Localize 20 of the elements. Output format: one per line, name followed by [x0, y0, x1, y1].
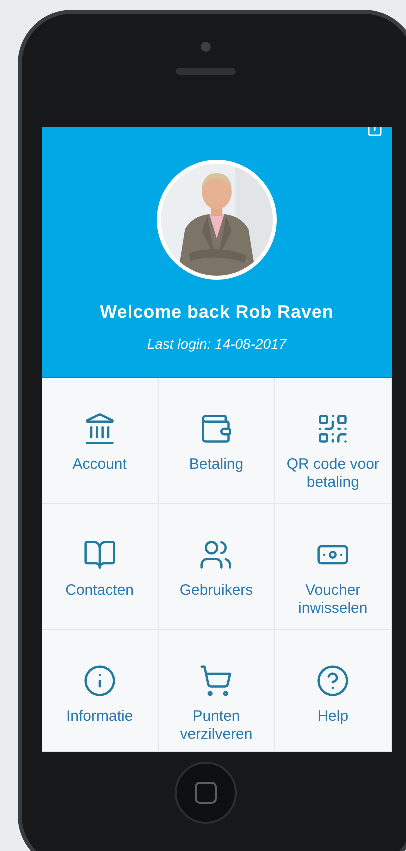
menu-tile[interactable]: Contacten: [42, 504, 159, 630]
users-icon: [199, 538, 234, 572]
welcome-title: Welcome back Rob Raven: [100, 301, 334, 324]
menu-tile[interactable]: Help: [275, 630, 392, 752]
menu-tile[interactable]: Gebruikers: [158, 504, 276, 630]
speaker-icon: [176, 68, 236, 75]
cart-icon: [199, 664, 234, 698]
help-icon: [316, 664, 350, 698]
menu-tile[interactable]: Betaling: [158, 378, 276, 504]
camera-icon: [201, 42, 211, 52]
menu-tile[interactable]: Informatie: [42, 630, 159, 752]
menu-tile[interactable]: Voucher inwisselen: [275, 504, 392, 630]
menu-tile[interactable]: Punten verzilveren: [158, 630, 276, 752]
menu-tile[interactable]: Account: [42, 378, 159, 504]
menu-tile[interactable]: QR code voor betaling: [275, 378, 392, 504]
wallet-icon: [199, 412, 234, 446]
info-icon: [82, 664, 117, 698]
book-icon: [82, 538, 117, 572]
square-icon: [195, 782, 217, 804]
last-login-text: Last login: 14-08-2017: [147, 335, 287, 354]
